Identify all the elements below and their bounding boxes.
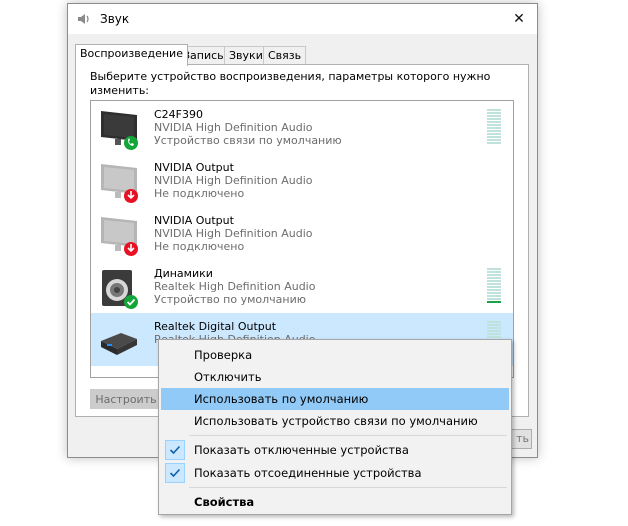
menu-item-label: Отключить xyxy=(194,370,262,384)
volume-meter xyxy=(487,109,501,145)
checkmark-icon xyxy=(165,440,185,460)
monitor-icon xyxy=(101,217,138,256)
menu-item-label: Показать отсоединенные устройства xyxy=(194,466,422,480)
menu-item-disable[interactable]: Отключить xyxy=(161,366,509,388)
apply-button-label: ть xyxy=(516,432,529,445)
volume-meter xyxy=(487,268,501,304)
device-driver: Realtek High Definition Audio xyxy=(154,280,316,293)
configure-button[interactable]: Настроить xyxy=(90,389,162,409)
menu-item-properties[interactable]: Свойства xyxy=(161,491,509,513)
device-item-nvidia-output-2[interactable]: NVIDIA Output NVIDIA High Definition Aud… xyxy=(91,207,513,260)
device-item-nvidia-output-1[interactable]: NVIDIA Output NVIDIA High Definition Aud… xyxy=(91,154,513,207)
speaker-app-icon xyxy=(78,14,89,24)
context-menu: Проверка Отключить Использовать по умолч… xyxy=(158,339,512,515)
device-name: Realtek Digital Output xyxy=(154,320,277,333)
device-driver: NVIDIA High Definition Audio xyxy=(154,174,313,187)
close-button[interactable]: ✕ xyxy=(501,4,537,34)
device-name: NVIDIA Output xyxy=(154,214,234,227)
monitor-icon xyxy=(101,111,138,150)
menu-item-show-disconnected[interactable]: Показать отсоединенные устройства xyxy=(161,462,509,484)
device-status: Устройство связи по умолчанию xyxy=(154,134,342,147)
menu-item-label: Использовать устройство связи по умолчан… xyxy=(194,414,478,428)
menu-item-set-default[interactable]: Использовать по умолчанию xyxy=(161,388,509,410)
phone-badge-icon xyxy=(124,136,138,150)
device-name: C24F390 xyxy=(154,108,204,121)
device-name: Динамики xyxy=(154,267,213,280)
device-driver: NVIDIA High Definition Audio xyxy=(154,227,313,240)
menu-separator xyxy=(189,435,507,436)
device-list[interactable]: C24F390 NVIDIA High Definition Audio Уст… xyxy=(90,100,514,378)
tab-communications[interactable]: Связь xyxy=(263,46,307,65)
menu-item-set-default-communication[interactable]: Использовать устройство связи по умолчан… xyxy=(161,410,509,432)
default-check-badge-icon xyxy=(124,295,138,309)
title-bar[interactable]: Звук ✕ xyxy=(68,4,537,34)
menu-item-label: Показать отключенные устройства xyxy=(194,443,409,457)
menu-separator xyxy=(189,487,507,488)
device-driver: NVIDIA High Definition Audio xyxy=(154,121,313,134)
instruction-text: Выберите устройство воспроизведения, пар… xyxy=(90,70,491,97)
tab-sounds[interactable]: Звуки xyxy=(224,46,268,65)
checkmark-icon xyxy=(165,463,185,483)
tab-playback[interactable]: Воспроизведение xyxy=(75,44,188,66)
window-title: Звук xyxy=(100,12,130,26)
device-status: Не подключено xyxy=(154,240,245,253)
digital-output-icon xyxy=(101,333,137,355)
menu-item-label: Использовать по умолчанию xyxy=(194,392,369,406)
device-item-speakers[interactable]: Динамики Realtek High Definition Audio У… xyxy=(91,260,513,313)
menu-item-label: Свойства xyxy=(194,495,255,509)
menu-item-label: Проверка xyxy=(194,348,253,362)
device-item-c24f390[interactable]: C24F390 NVIDIA High Definition Audio Уст… xyxy=(91,101,513,154)
close-icon: ✕ xyxy=(513,11,525,27)
monitor-icon xyxy=(101,164,138,203)
speaker-icon xyxy=(102,270,138,309)
menu-item-show-disabled[interactable]: Показать отключенные устройства xyxy=(161,439,509,461)
device-status: Устройство по умолчанию xyxy=(154,293,307,306)
menu-item-test[interactable]: Проверка xyxy=(161,344,509,366)
device-status: Не подключено xyxy=(154,187,245,200)
device-name: NVIDIA Output xyxy=(154,161,234,174)
